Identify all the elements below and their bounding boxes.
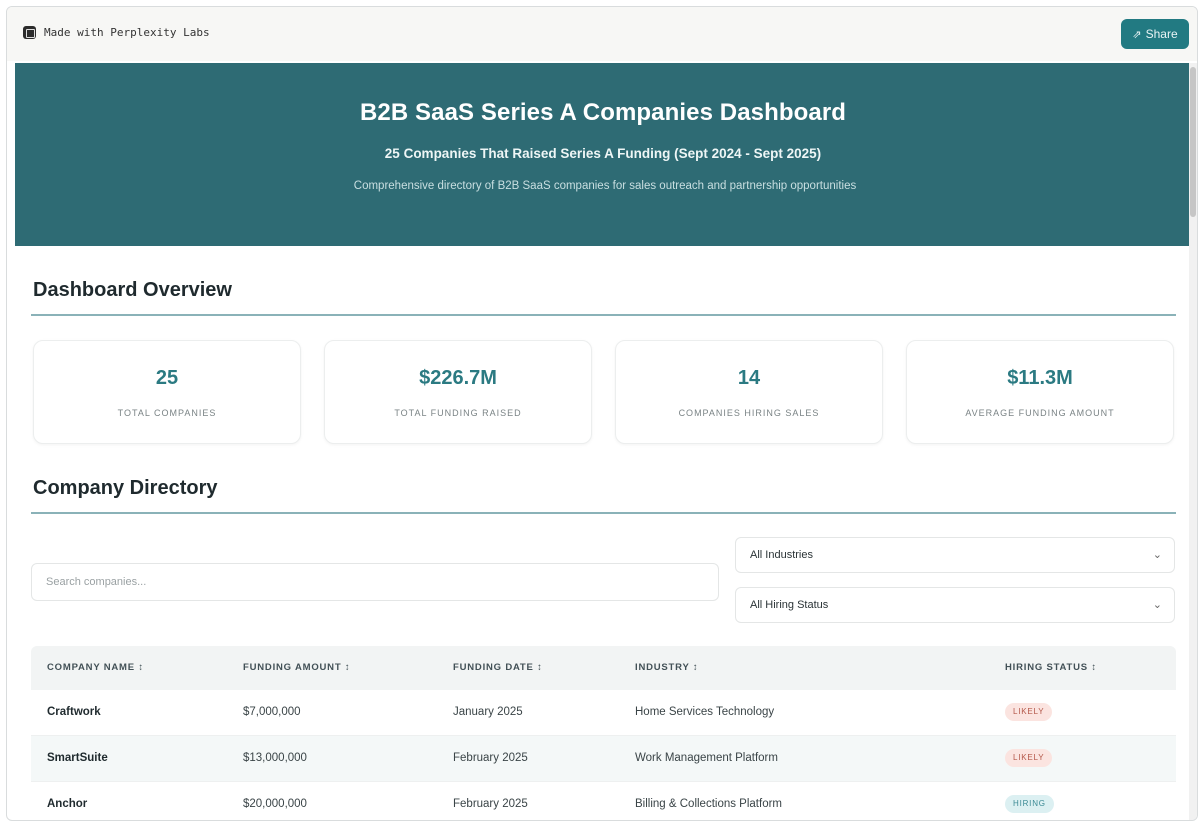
company-name: SmartSuite [47, 752, 108, 764]
column-header-industry[interactable]: INDUSTRY ↕ [635, 662, 698, 673]
status-badge: LIKELY [1005, 749, 1053, 767]
overview-title: Dashboard Overview [33, 279, 232, 301]
column-header-funding-amount[interactable]: FUNDING AMOUNT ↕ [243, 662, 350, 673]
perplexity-icon [23, 26, 36, 39]
company-name: Anchor [47, 798, 88, 810]
table-header: COMPANY NAME ↕ FUNDING AMOUNT ↕ FUNDING … [31, 646, 1176, 690]
stat-card-hiring-sales: 14 COMPANIES HIRING SALES [615, 340, 883, 444]
stat-value: 14 [737, 367, 761, 389]
status-badge: LIKELY [1005, 703, 1053, 721]
funding-amount: $7,000,000 [243, 706, 301, 718]
search-input[interactable] [31, 563, 719, 601]
table-row[interactable]: Craftwork $7,000,000 January 2025 Home S… [31, 690, 1176, 736]
industry-filter-select[interactable]: All Industries ⌄ [735, 537, 1175, 573]
stat-card-average-funding: $11.3M AVERAGE FUNDING AMOUNT [906, 340, 1174, 444]
page-title: B2B SaaS Series A Companies Dashboard [359, 99, 847, 126]
chevron-down-icon: ⌄ [1152, 599, 1162, 611]
column-header-hiring-status[interactable]: HIRING STATUS ↕ [1005, 662, 1097, 673]
stat-card-total-companies: 25 TOTAL COMPANIES [33, 340, 301, 444]
hiring-filter-select[interactable]: All Hiring Status ⌄ [735, 587, 1175, 623]
directory-title: Company Directory [33, 477, 218, 499]
stat-value: $226.7M [419, 367, 497, 389]
share-button[interactable]: ⇗ Share [1121, 19, 1189, 49]
funding-date: January 2025 [453, 706, 523, 718]
stat-label: AVERAGE FUNDING AMOUNT [965, 408, 1115, 418]
funding-date: February 2025 [453, 798, 528, 810]
hiring-filter-value: All Hiring Status [750, 599, 829, 611]
stat-label: TOTAL FUNDING RAISED [394, 408, 522, 418]
made-with-badge[interactable]: Made with Perplexity Labs [23, 26, 210, 39]
directory-divider [31, 512, 1176, 514]
page-subtitle: 25 Companies That Raised Series A Fundin… [384, 146, 822, 161]
funding-date: February 2025 [453, 752, 528, 764]
stat-label: COMPANIES HIRING SALES [678, 408, 820, 418]
company-table: COMPANY NAME ↕ FUNDING AMOUNT ↕ FUNDING … [31, 646, 1176, 820]
table-row[interactable]: SmartSuite $13,000,000 February 2025 Wor… [31, 736, 1176, 782]
funding-amount: $13,000,000 [243, 752, 307, 764]
top-bar: Made with Perplexity Labs ⇗ Share [7, 7, 1197, 61]
column-header-company-name[interactable]: COMPANY NAME ↕ [47, 662, 144, 673]
table-row[interactable]: Anchor $20,000,000 February 2025 Billing… [31, 782, 1176, 820]
industry: Work Management Platform [635, 752, 778, 764]
funding-amount: $20,000,000 [243, 798, 307, 810]
stat-label: TOTAL COMPANIES [117, 408, 217, 418]
column-header-funding-date[interactable]: FUNDING DATE ↕ [453, 662, 543, 673]
page-description: Comprehensive directory of B2B SaaS comp… [353, 180, 857, 192]
chevron-down-icon: ⌄ [1152, 549, 1162, 561]
made-with-label: Made with Perplexity Labs [44, 26, 210, 39]
industry: Home Services Technology [635, 706, 775, 718]
share-icon: ⇗ [1132, 28, 1142, 41]
share-label: Share [1145, 27, 1178, 41]
stat-card-total-funding: $226.7M TOTAL FUNDING RAISED [324, 340, 592, 444]
scrollbar-thumb[interactable] [1190, 67, 1196, 217]
status-badge: HIRING [1005, 795, 1054, 813]
overview-divider [31, 314, 1176, 316]
browser-frame: Made with Perplexity Labs ⇗ Share B2B Sa… [6, 6, 1198, 821]
stat-value: $11.3M [1007, 367, 1073, 389]
stat-value: 25 [155, 367, 179, 389]
hero-banner: B2B SaaS Series A Companies Dashboard 25… [15, 63, 1191, 246]
company-name: Craftwork [47, 706, 101, 718]
industry: Billing & Collections Platform [635, 798, 783, 810]
industry-filter-value: All Industries [750, 549, 813, 561]
